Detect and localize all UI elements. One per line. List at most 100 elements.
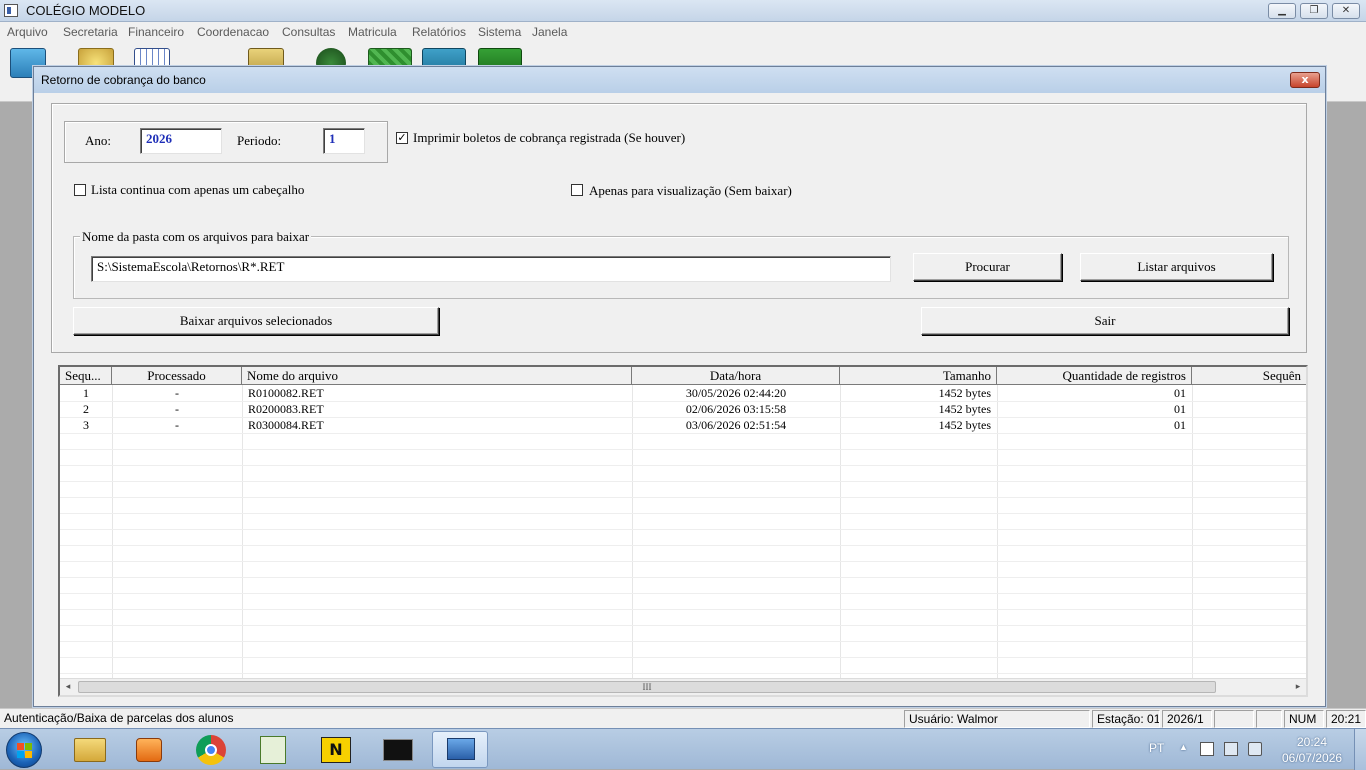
cell-processado: - [175, 418, 179, 432]
pasta-input[interactable]: S:\SistemaEscola\Retornos\R*.RET [91, 256, 891, 282]
menu-bar: Arquivo Secretaria Financeiro Coordenaca… [0, 22, 1366, 42]
flag-icon[interactable] [1200, 742, 1214, 756]
cell-processado: - [175, 402, 179, 416]
menu-matricula[interactable]: Matricula [348, 25, 397, 39]
empty-row [60, 610, 1306, 626]
menu-financeiro[interactable]: Financeiro [128, 25, 184, 39]
empty-row [60, 642, 1306, 658]
empty-row [60, 514, 1306, 530]
media-player-icon[interactable] [122, 731, 178, 768]
app-title: COLÉGIO MODELO [26, 3, 146, 18]
taskbar: N PT ▲ 20:24 06/07/2026 [0, 728, 1366, 770]
empty-row [60, 578, 1306, 594]
menu-coordenacao[interactable]: Coordenacao [197, 25, 269, 39]
chrome-icon[interactable] [184, 731, 240, 768]
app-icon[interactable] [4, 4, 18, 17]
windows-start-icon[interactable] [6, 732, 42, 768]
network-tray-icon[interactable] [1224, 742, 1238, 756]
status-bar: Autenticação/Baixa de parcelas dos aluno… [0, 708, 1366, 728]
menu-relatorios[interactable]: Relatórios [412, 25, 466, 39]
cell-sequencia: 1 [83, 386, 89, 400]
col-data-hora[interactable]: Data/hora [632, 367, 840, 385]
nero-icon[interactable]: N [308, 731, 364, 768]
minimize-button[interactable]: ▁ [1268, 3, 1296, 19]
status-periodo: 2026/1 [1162, 710, 1212, 728]
status-num: NUM [1284, 710, 1324, 728]
dialog-titlebar: Retorno de cobrança do banco x [34, 67, 1325, 93]
cell-data-hora: 02/06/2026 03:15:58 [685, 402, 787, 416]
periodo-input[interactable]: 1 [323, 128, 365, 154]
explorer-icon[interactable] [62, 731, 118, 768]
notepad-icon[interactable] [246, 731, 302, 768]
cell-tamanho: 1452 bytes [938, 386, 991, 400]
show-desktop-button[interactable] [1354, 729, 1366, 770]
ano-input[interactable]: 2026 [140, 128, 222, 154]
baixar-arquivos-button[interactable]: Baixar arquivos selecionados [73, 307, 439, 335]
menu-arquivo[interactable]: Arquivo [7, 25, 48, 39]
menu-secretaria[interactable]: Secretaria [63, 25, 118, 39]
scroll-left-icon[interactable]: ◂ [62, 681, 74, 693]
status-empty [1256, 710, 1282, 728]
sair-button[interactable]: Sair [921, 307, 1289, 335]
restore-button[interactable]: ❐ [1300, 3, 1328, 19]
col-quantidade-registros[interactable]: Quantidade de registros [997, 367, 1192, 385]
periodo-label: Periodo: [237, 133, 282, 148]
cell-data-hora: 03/06/2026 02:51:54 [685, 418, 787, 432]
scroll-thumb[interactable]: III [78, 681, 1216, 693]
col-nome-arquivo[interactable]: Nome do arquivo [242, 367, 632, 385]
dialog-title: Retorno de cobrança do banco [41, 73, 206, 87]
imprimir-label: Imprimir boletos de cobrança registrada … [413, 130, 686, 145]
show-hidden-icons-icon[interactable]: ▲ [1179, 742, 1188, 752]
flag-tile [25, 751, 32, 758]
cmd-icon[interactable] [370, 731, 426, 768]
empty-row [60, 658, 1306, 674]
cell-sequencia: 3 [83, 418, 89, 432]
dialog-close-button[interactable]: x [1290, 72, 1320, 88]
volume-icon[interactable] [1248, 742, 1262, 756]
clock-time[interactable]: 20:24 [1297, 735, 1327, 749]
cell-nome-arquivo: R0100082.RET [248, 386, 324, 400]
menu-janela[interactable]: Janela [532, 25, 567, 39]
visualizacao-label: Apenas para visualização (Sem baixar) [589, 183, 792, 198]
listar-arquivos-button[interactable]: Listar arquivos [1080, 253, 1273, 281]
menu-sistema[interactable]: Sistema [478, 25, 521, 39]
status-estacao: Estação: 01 [1092, 710, 1160, 728]
lista-continua-checkbox[interactable] [74, 184, 86, 196]
cell-sequencia: 2 [83, 402, 89, 416]
table-row[interactable]: 3 - R0300084.RET 03/06/2026 02:51:54 145… [60, 418, 1306, 434]
flag-tile [17, 743, 24, 750]
empty-row [60, 626, 1306, 642]
cell-tamanho: 1452 bytes [938, 418, 991, 432]
empty-row [60, 434, 1306, 450]
ano-periodo-box: Ano: 2026 Periodo: 1 [64, 121, 388, 163]
grid-header: Sequ... Processado Nome do arquivo Data/… [60, 367, 1306, 385]
col-tamanho[interactable]: Tamanho [840, 367, 997, 385]
empty-row [60, 498, 1306, 514]
language-indicator[interactable]: PT [1149, 741, 1164, 755]
col-sequencia[interactable]: Sequ... [60, 367, 112, 385]
retorno-dialog: Retorno de cobrança do banco x Ano: 2026… [33, 66, 1326, 707]
empty-row [60, 562, 1306, 578]
clock-date[interactable]: 06/07/2026 [1282, 751, 1342, 765]
horizontal-scrollbar[interactable]: ◂ III ▸ [60, 678, 1306, 695]
menu-consultas[interactable]: Consultas [282, 25, 335, 39]
lista-continua-label: Lista continua com apenas um cabeçalho [91, 182, 305, 197]
procurar-button[interactable]: Procurar [913, 253, 1062, 281]
table-row[interactable]: 1 - R0100082.RET 30/05/2026 02:44:20 145… [60, 386, 1306, 402]
table-row[interactable]: 2 - R0200083.RET 02/06/2026 03:15:58 145… [60, 402, 1306, 418]
ano-label: Ano: [85, 133, 111, 148]
pasta-group-label: Nome da pasta com os arquivos para baixa… [80, 229, 312, 245]
scroll-right-icon[interactable]: ▸ [1292, 681, 1304, 693]
visualizacao-checkbox[interactable] [571, 184, 583, 196]
arquivos-grid[interactable]: Sequ... Processado Nome do arquivo Data/… [58, 365, 1308, 697]
col-processado[interactable]: Processado [112, 367, 242, 385]
cell-tamanho: 1452 bytes [938, 402, 991, 416]
status-empty [1214, 710, 1254, 728]
close-app-button[interactable]: ✕ [1332, 3, 1360, 19]
empty-row [60, 450, 1306, 466]
empty-row [60, 482, 1306, 498]
cell-quantidade: 01 [1174, 418, 1186, 432]
imprimir-checkbox[interactable]: ✓ [396, 132, 408, 144]
col-sequencia-2[interactable]: Sequên [1192, 367, 1306, 385]
network-app-icon[interactable] [432, 731, 488, 768]
